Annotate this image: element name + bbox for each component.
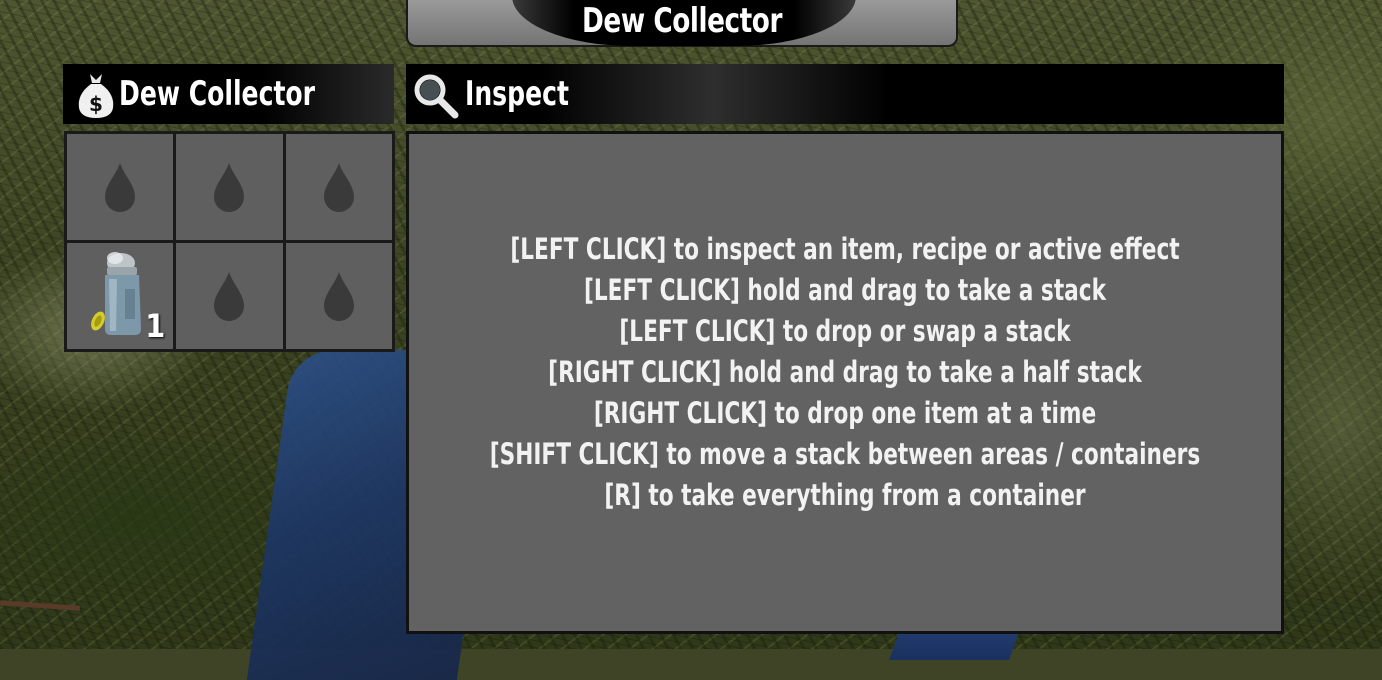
item-count: 1 bbox=[145, 307, 166, 345]
inspect-title: Inspect bbox=[465, 74, 569, 114]
water-drop-icon bbox=[323, 272, 354, 321]
slot-5[interactable] bbox=[176, 243, 283, 349]
window-title-bar: Dew Collector bbox=[406, 0, 958, 47]
help-line: [LEFT CLICK] to inspect an item, recipe … bbox=[510, 232, 1180, 266]
container-header: $ Dew Collector bbox=[63, 64, 394, 124]
money-bag-icon: $ bbox=[78, 74, 114, 118]
water-drop-icon bbox=[214, 163, 245, 212]
slot-4-item[interactable]: 1 bbox=[67, 243, 174, 349]
water-drop-icon bbox=[323, 163, 354, 212]
inspect-header: Inspect bbox=[406, 64, 1284, 124]
help-text: [LEFT CLICK] to inspect an item, recipe … bbox=[490, 229, 1200, 516]
slot-6[interactable] bbox=[285, 243, 392, 349]
water-drop-icon bbox=[214, 272, 245, 321]
container-slot-grid: 1 bbox=[64, 131, 395, 352]
window-title: Dew Collector bbox=[581, 1, 783, 41]
help-line: [SHIFT CLICK] to move a stack between ar… bbox=[489, 437, 1201, 471]
slot-3[interactable] bbox=[285, 134, 392, 240]
container-title: Dew Collector bbox=[119, 74, 316, 114]
slot-2[interactable] bbox=[176, 134, 283, 240]
water-drop-icon bbox=[105, 163, 136, 212]
help-line: [RIGHT CLICK] hold and drag to take a ha… bbox=[548, 355, 1142, 389]
inspect-panel: [LEFT CLICK] to inspect an item, recipe … bbox=[406, 131, 1284, 634]
help-line: [RIGHT CLICK] to drop one item at a time bbox=[593, 396, 1097, 430]
help-line: [LEFT CLICK] to drop or swap a stack bbox=[619, 314, 1071, 348]
water-jar-icon bbox=[91, 252, 141, 335]
slot-1[interactable] bbox=[67, 134, 174, 240]
help-line: [LEFT CLICK] hold and drag to take a sta… bbox=[583, 273, 1107, 307]
help-line: [R] to take everything from a container bbox=[604, 478, 1086, 512]
svg-text:$: $ bbox=[89, 92, 103, 116]
magnifier-icon bbox=[414, 74, 459, 119]
